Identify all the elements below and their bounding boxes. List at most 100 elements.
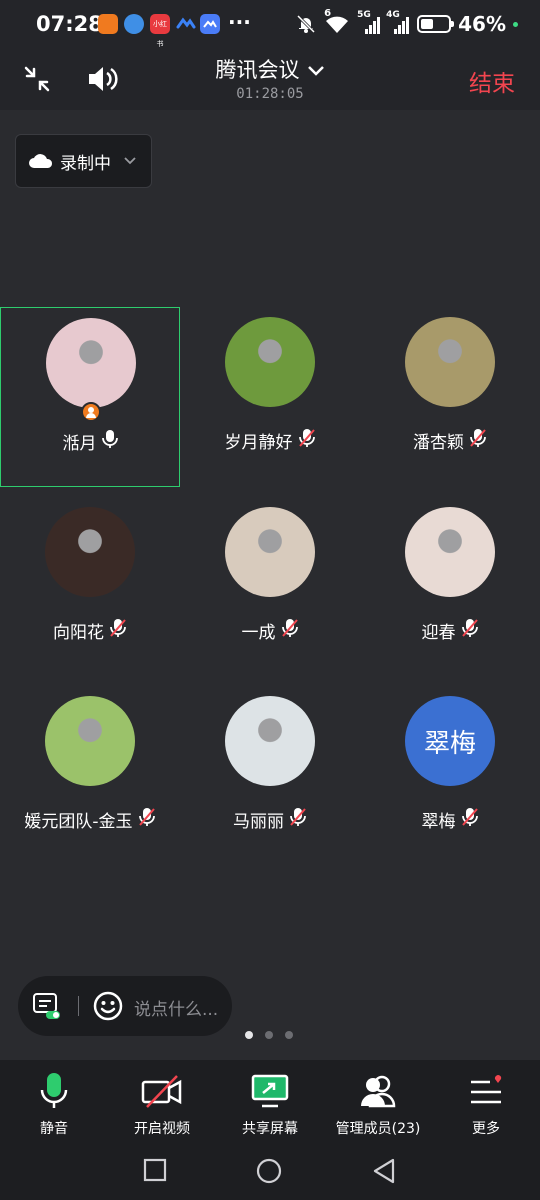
microphone-muted-icon xyxy=(469,428,487,453)
chat-placeholder[interactable]: 说点什么... xyxy=(134,995,218,1020)
participant-tile[interactable]: 媛元团队-金玉 xyxy=(0,686,180,866)
microphone-muted-icon xyxy=(109,618,127,643)
meeting-app-icon xyxy=(200,14,220,34)
manage-members-button[interactable]: 管理成员(23) xyxy=(324,1060,432,1140)
video-off-icon xyxy=(141,1075,182,1108)
back-icon[interactable] xyxy=(372,1158,396,1184)
participant-avatar xyxy=(225,696,315,786)
meeting-title[interactable]: 腾讯会议 xyxy=(215,58,299,82)
more-button[interactable]: 更多 xyxy=(432,1060,540,1140)
wifi-icon: 6 xyxy=(324,8,352,35)
participant-tile[interactable]: 岁月静好 xyxy=(180,307,360,487)
system-nav-bar xyxy=(0,1140,540,1200)
home-icon[interactable] xyxy=(256,1158,282,1184)
emoji-icon[interactable] xyxy=(92,990,124,1022)
recording-label: 录制中 xyxy=(60,153,111,174)
start-video-button[interactable]: 开启视频 xyxy=(108,1060,216,1140)
recording-status-button[interactable]: 录制中 xyxy=(15,134,152,188)
participant-avatar xyxy=(405,317,495,407)
participant-tile[interactable]: 迎春 xyxy=(360,497,540,677)
participant-name: 迎春 xyxy=(421,623,456,643)
microphone-muted-icon xyxy=(110,619,126,637)
subtitle-toggle-icon[interactable] xyxy=(32,992,62,1020)
participant-name: 潘杏颖 xyxy=(413,433,464,453)
microphone-muted-icon xyxy=(298,428,316,453)
tencent-meeting-app-icon xyxy=(176,14,196,34)
microphone-muted-icon xyxy=(461,618,479,643)
participant-avatar xyxy=(45,507,135,597)
participant-tile[interactable]: 马丽丽 xyxy=(180,686,360,866)
meeting-title-area[interactable]: 腾讯会议 01:28:05 xyxy=(0,54,540,102)
microphone-muted-icon xyxy=(298,429,315,447)
microphone-muted-icon xyxy=(470,429,486,447)
microphone-icon xyxy=(101,429,118,454)
participant-name-row: 翠梅 xyxy=(360,807,540,832)
participant-name-row: 岁月静好 xyxy=(180,428,360,453)
participant-tile[interactable]: 湉月 xyxy=(0,307,180,487)
chat-divider xyxy=(78,996,79,1016)
participant-name-row: 马丽丽 xyxy=(180,807,360,832)
microphone-icon xyxy=(101,430,118,448)
microphone-muted-icon xyxy=(461,808,478,826)
page-indicator xyxy=(245,1031,293,1039)
chevron-down-icon[interactable] xyxy=(307,65,325,77)
participant-name: 媛元团队-金玉 xyxy=(24,812,133,832)
status-bar: 07:28 小红书 ··· 6 5G 4G 46% xyxy=(0,0,540,50)
page-dot xyxy=(285,1031,293,1039)
browser-app-icon xyxy=(124,14,144,34)
signal-5g-icon: 5G xyxy=(357,10,381,34)
microphone-muted-icon xyxy=(290,808,306,826)
status-time: 07:28 xyxy=(36,12,103,36)
status-right: 6 5G 4G 46% xyxy=(295,8,518,36)
participant-name: 翠梅 xyxy=(421,812,456,832)
privacy-indicator-icon xyxy=(513,21,518,27)
participant-name-row: 向阳花 xyxy=(0,618,180,643)
share-screen-button[interactable]: 共享屏幕 xyxy=(216,1060,324,1140)
share-label: 共享屏幕 xyxy=(242,1121,298,1137)
share-screen-icon xyxy=(251,1074,289,1108)
meeting-header: 腾讯会议 01:28:05 结束 xyxy=(0,50,540,110)
mute-button[interactable]: 静音 xyxy=(0,1060,108,1140)
cloud-icon xyxy=(29,154,53,168)
recent-apps-icon[interactable] xyxy=(143,1158,167,1182)
participant-tile[interactable]: 潘杏颖 xyxy=(360,307,540,487)
participant-avatar xyxy=(46,318,136,408)
microphone-muted-icon xyxy=(461,619,478,637)
end-meeting-button[interactable]: 结束 xyxy=(469,64,515,98)
microphone-muted-icon xyxy=(138,808,155,826)
more-label: 更多 xyxy=(472,1121,500,1137)
participant-tile[interactable]: 翠梅 翠梅 xyxy=(360,686,540,866)
meeting-timer: 01:28:05 xyxy=(236,86,304,102)
page-dot xyxy=(245,1031,253,1039)
more-notifications-icon: ··· xyxy=(228,10,251,34)
participant-name-row: 湉月 xyxy=(1,429,179,454)
participant-tile[interactable]: 向阳花 xyxy=(0,497,180,677)
participant-tile[interactable]: 一成 xyxy=(180,497,360,677)
participant-name: 湉月 xyxy=(62,434,97,454)
heart-app-icon xyxy=(98,14,118,34)
signal-4g-icon: 4G xyxy=(386,10,410,34)
participant-avatar xyxy=(225,317,315,407)
participant-name: 岁月静好 xyxy=(224,433,293,453)
mute-bell-icon xyxy=(297,14,316,34)
participant-name-row: 潘杏颖 xyxy=(360,428,540,453)
participant-avatar: 翠梅 xyxy=(405,696,495,786)
xiaohongshu-app-icon: 小红书 xyxy=(150,14,170,48)
members-icon xyxy=(361,1075,396,1108)
microphone-icon xyxy=(40,1073,68,1108)
participant-name-row: 一成 xyxy=(180,618,360,643)
video-label: 开启视频 xyxy=(134,1121,190,1137)
more-menu-icon xyxy=(471,1075,502,1104)
microphone-muted-icon xyxy=(281,618,299,643)
chat-bar[interactable]: 说点什么... xyxy=(18,976,232,1036)
members-label: 管理成员(23) xyxy=(335,1121,421,1137)
participant-name-row: 媛元团队-金玉 xyxy=(0,807,180,832)
microphone-muted-icon xyxy=(461,807,479,832)
participant-avatar xyxy=(405,507,495,597)
mute-label: 静音 xyxy=(40,1121,68,1137)
meeting-toolbar: 静音 开启视频 共享屏幕 管理成员(23) 更多 xyxy=(0,1060,540,1140)
microphone-muted-icon xyxy=(281,619,298,637)
chevron-down-icon xyxy=(124,157,136,165)
participant-name-row: 迎春 xyxy=(360,618,540,643)
host-badge-icon xyxy=(81,402,101,422)
